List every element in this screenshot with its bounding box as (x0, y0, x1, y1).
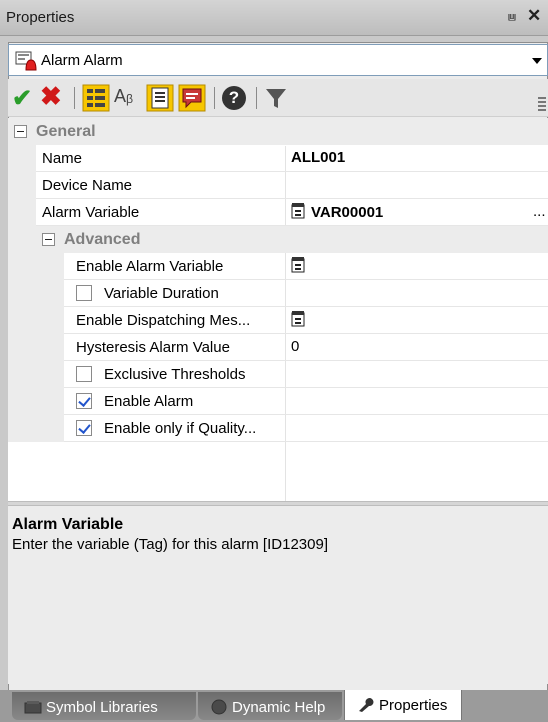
property-grid: General Name ALL001 Device Name Alarm Va… (8, 118, 548, 501)
property-label: Alarm Variable (42, 204, 140, 221)
tab-properties[interactable]: Properties (344, 690, 462, 720)
wrench-icon (359, 698, 374, 712)
tag-icon (291, 257, 305, 273)
property-value[interactable]: 0 (291, 338, 299, 355)
category-label: General (36, 123, 96, 140)
property-row-alarm-variable[interactable]: Alarm Variable VAR00001 ... (8, 199, 548, 226)
property-label: Hysteresis Alarm Value (76, 339, 230, 356)
cancel-icon[interactable]: ✖ (40, 81, 68, 111)
property-row-enable-dispatching[interactable]: Enable Dispatching Mes... (8, 307, 548, 334)
property-label: Enable Alarm Variable (76, 258, 224, 275)
toolbar-separator (74, 87, 75, 109)
enable-quality-checkbox[interactable] (76, 420, 92, 436)
variable-duration-checkbox[interactable] (76, 285, 92, 301)
dynamic-help-icon (211, 699, 227, 715)
property-pages-icon[interactable] (146, 84, 174, 112)
alarm-object-icon (15, 51, 37, 71)
property-label: Variable Duration (104, 285, 219, 302)
browse-button[interactable]: ... (533, 203, 546, 220)
tab-label: Properties (379, 697, 448, 714)
property-row-exclusive-thresholds[interactable]: Exclusive Thresholds (8, 361, 548, 388)
symbol-library-icon (24, 701, 42, 714)
tab-dynamic-help[interactable]: Dynamic Help (198, 692, 342, 720)
categorized-icon[interactable] (82, 84, 110, 112)
toolbar-separator (256, 87, 257, 109)
alarm-variable-value: VAR00001 (311, 204, 384, 221)
object-selector[interactable]: Alarm Alarm (8, 44, 548, 76)
property-value[interactable] (291, 257, 311, 275)
category-general[interactable]: General (8, 118, 548, 145)
close-icon[interactable]: ✕ (527, 6, 541, 26)
property-value[interactable]: ALL001 (291, 149, 345, 166)
tab-label: Dynamic Help (232, 699, 326, 716)
apply-icon[interactable]: ✔ (12, 84, 40, 112)
collapse-icon[interactable] (42, 233, 55, 246)
properties-toolbar: ✔ ✖ Aᵦ ? (8, 79, 548, 117)
property-row-hysteresis[interactable]: Hysteresis Alarm Value 0 (8, 334, 548, 361)
property-label: Enable Dispatching Mes... (76, 312, 251, 329)
property-label: Enable Alarm (104, 393, 194, 410)
enable-alarm-checkbox[interactable] (76, 393, 92, 409)
pin-icon[interactable]: ⩏ (508, 8, 516, 25)
toolbar-separator (214, 87, 215, 109)
property-label: Enable only if Quality... (104, 420, 257, 437)
category-advanced[interactable]: Advanced (8, 226, 548, 253)
description-body: Enter the variable (Tag) for this alarm … (12, 536, 328, 553)
tag-icon (291, 311, 305, 327)
bottom-tab-strip: Symbol Libraries Dynamic Help Properties (0, 690, 548, 722)
description-pane: Alarm Variable Enter the variable (Tag) … (8, 506, 548, 684)
tab-label: Symbol Libraries (46, 699, 158, 716)
filter-icon[interactable] (262, 84, 290, 112)
property-label: Exclusive Thresholds (104, 366, 246, 383)
property-row-enable-alarm[interactable]: Enable Alarm (8, 388, 548, 415)
panel-title: Properties (6, 9, 75, 26)
category-label: Advanced (64, 231, 141, 248)
description-heading: Alarm Variable (12, 516, 124, 533)
help-icon[interactable]: ? (222, 86, 246, 110)
property-value[interactable]: VAR00001 (291, 203, 383, 221)
object-selector-value: Alarm Alarm (41, 52, 123, 69)
comment-icon[interactable] (178, 84, 206, 112)
panel-titlebar: Properties ⩏ ✕ (0, 0, 548, 36)
property-value[interactable] (291, 311, 311, 329)
property-row-name[interactable]: Name ALL001 (8, 145, 548, 172)
property-row-enable-quality[interactable]: Enable only if Quality... (8, 415, 548, 442)
property-label: Name (42, 150, 83, 167)
tab-symbol-libraries[interactable]: Symbol Libraries (12, 692, 196, 720)
collapse-icon[interactable] (14, 125, 27, 138)
alphabetical-icon[interactable]: Aᵦ (114, 86, 142, 114)
property-row-enable-alarm-variable[interactable]: Enable Alarm Variable (8, 253, 548, 280)
property-row-device-name[interactable]: Device Name (8, 172, 548, 199)
chevron-down-icon[interactable] (527, 45, 547, 75)
property-label: Device Name (42, 177, 133, 194)
property-row-variable-duration[interactable]: Variable Duration (8, 280, 548, 307)
tag-icon (291, 203, 305, 219)
toolbar-grip[interactable] (538, 97, 546, 113)
exclusive-thresholds-checkbox[interactable] (76, 366, 92, 382)
